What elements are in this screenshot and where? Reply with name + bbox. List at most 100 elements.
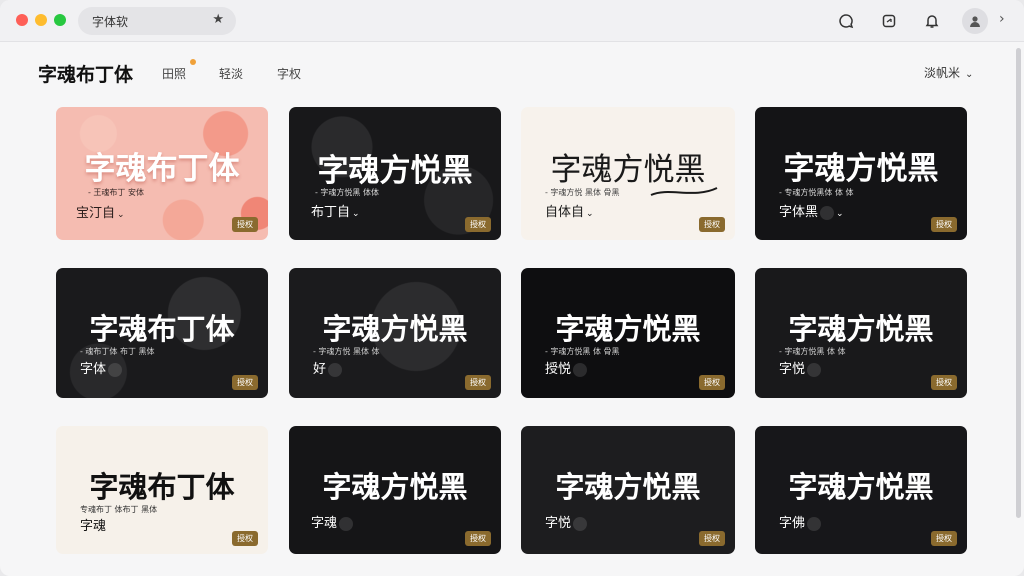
font-preview-title: 字魂方悦黑 [322,470,468,504]
font-card[interactable]: 字魂方悦黑 - 字魂方悦 黑体 骨黑 自体自 ⌄ 授权 [521,107,735,240]
font-subtitle: - 专魂方悦黑体 体 体 [779,188,854,197]
browser-tab[interactable]: 字体软 ★ [78,7,236,35]
close-window-button[interactable] [16,14,28,26]
font-face-label: 字魂 [311,516,338,531]
minimize-window-button[interactable] [35,14,47,26]
toggle-knob [108,362,123,377]
font-card[interactable]: 字魂方悦黑 字魂 授权 [289,426,501,554]
font-subtitle: - 字魂方悦 黑体 骨黑 [545,188,620,197]
nav-tab[interactable]: 田照 [162,65,186,82]
license-badge[interactable]: 授权 [232,217,258,232]
font-face-label: 字魂 [80,519,107,534]
font-face-label: 好 [313,362,327,377]
license-badge[interactable]: 授权 [465,217,491,232]
toggle-knob [807,516,822,531]
font-card[interactable]: 字魂方悦黑 字悦 授权 [521,426,735,554]
underline-swash [650,187,718,196]
chevron-down-icon: ⌄ [836,209,844,219]
toggle-knob [339,516,354,531]
font-card[interactable]: 字魂布丁体 - 魂布丁体 布丁 黑体 字体 授权 [56,268,268,398]
font-subtitle: - 字魂方悦黑 体 骨黑 [545,347,620,356]
font-face-select[interactable]: 宝汀自 ⌄ [76,202,125,221]
font-face-select[interactable]: 自体自 ⌄ [545,201,594,220]
font-face-select[interactable]: 字佛 [779,512,822,531]
sort-label: 淡帆米 [924,66,961,80]
license-badge[interactable]: 授权 [232,531,258,546]
font-preview-title: 字魂方悦黑 [788,470,934,504]
font-subtitle: - 王魂布丁 安体 [88,188,144,197]
font-card[interactable]: 字魂方悦黑 - 字魂方悦 黑体 体 好 授权 [289,268,501,398]
toggle-knob [573,362,588,377]
toggle-knob [328,362,343,377]
font-subtitle: 专魂布丁 体布丁 黑体 [80,505,158,514]
chevron-down-icon: ⌄ [586,209,594,219]
toggle-knob [573,516,588,531]
font-card[interactable]: 字魂方悦黑 - 专魂方悦黑体 体 体 字体黑 ⌄ 授权 [755,107,967,240]
maximize-window-button[interactable] [54,14,66,26]
font-face-label: 自体自 [545,205,585,220]
notification-dot [190,59,196,65]
license-badge[interactable]: 授权 [931,531,957,546]
font-face-select[interactable]: 字体 [80,358,123,377]
license-badge[interactable]: 授权 [931,375,957,390]
font-subtitle: - 魂布丁体 布丁 黑体 [80,347,155,356]
font-card[interactable]: 字魂方悦黑 - 字魂方悦黑 体 骨黑 授悦 授权 [521,268,735,398]
font-face-select[interactable]: 授悦 [545,358,588,377]
sort-dropdown[interactable]: 淡帆米 ⌄ [924,64,973,81]
star-icon[interactable]: ★ [212,12,224,27]
font-face-select[interactable]: 字体黑 ⌄ [779,201,844,220]
font-face-label: 字悦 [779,362,806,377]
font-preview-title: 字魂布丁体 [84,151,240,187]
license-badge[interactable]: 授权 [699,217,725,232]
font-face-label: 宝汀自 [76,206,116,221]
license-badge[interactable]: 授权 [465,531,491,546]
chevron-down-icon: ⌄ [965,69,974,80]
nav-tab[interactable]: 轻淡 [219,65,243,82]
app-window: 字体软 ★ › 字魂布丁体 田照 轻淡 字权 淡帆米 ⌄ 字魂布丁体 - 王魂布丁… [0,0,1024,576]
font-preview-title: 字魂方悦黑 [555,470,701,504]
license-badge[interactable]: 授权 [699,531,725,546]
font-subtitle: - 字魂方悦黑 体 体 [779,347,846,356]
chevron-down-icon: ⌄ [117,210,125,220]
font-face-label: 字体黑 [779,205,819,220]
chat-icon[interactable] [835,10,857,32]
toggle-knob [820,205,835,220]
font-preview-title: 字魂方悦黑 [783,151,939,187]
font-subtitle: - 字魂方悦 黑体 体 [313,347,380,356]
nav-tab[interactable]: 字权 [277,65,301,82]
toggle-knob [807,362,822,377]
font-face-select[interactable]: 布丁自 ⌄ [311,201,360,220]
font-face-select[interactable]: 字魂 [80,515,106,534]
license-badge[interactable]: 授权 [699,375,725,390]
font-face-label: 字佛 [779,516,806,531]
title-bar: 字体软 ★ › [0,0,1024,42]
bell-icon[interactable] [921,10,943,32]
page-title: 字魂布丁体 [38,64,134,86]
font-card[interactable]: 字魂布丁体 - 王魂布丁 安体 宝汀自 ⌄ 授权 [56,107,268,240]
font-face-label: 字体 [80,362,107,377]
font-subtitle: - 字魂方悦黑 体体 [315,188,379,197]
scrollbar-thumb[interactable] [1016,48,1021,518]
font-card[interactable]: 字魂方悦黑 - 字魂方悦黑 体体 布丁自 ⌄ 授权 [289,107,501,240]
font-face-select[interactable]: 字悦 [779,358,822,377]
license-badge[interactable]: 授权 [232,375,258,390]
font-card[interactable]: 字魂方悦黑 - 字魂方悦黑 体 体 字悦 授权 [755,268,967,398]
font-preview-title: 字魂方悦黑 [555,312,701,346]
tab-label: 字体软 [92,15,129,29]
font-face-select[interactable]: 好 [313,358,343,377]
font-face-select[interactable]: 字悦 [545,512,588,531]
share-icon[interactable] [878,10,900,32]
license-badge[interactable]: 授权 [465,375,491,390]
font-preview-title: 字魂方悦黑 [322,312,468,346]
font-face-select[interactable]: 字魂 [311,512,354,531]
font-card[interactable]: 字魂布丁体 专魂布丁 体布丁 黑体 字魂 授权 [56,426,268,554]
license-badge[interactable]: 授权 [931,217,957,232]
user-icon[interactable] [962,8,988,34]
font-face-label: 布丁自 [311,205,351,220]
font-face-label: 授悦 [545,362,572,377]
font-preview-title: 字魂布丁体 [89,312,235,346]
font-preview-title: 字魂方悦黑 [317,153,473,189]
font-preview-title: 字魂方悦黑 [788,312,934,346]
chevron-right-icon[interactable]: › [999,11,1005,27]
font-card[interactable]: 字魂方悦黑 字佛 授权 [755,426,967,554]
